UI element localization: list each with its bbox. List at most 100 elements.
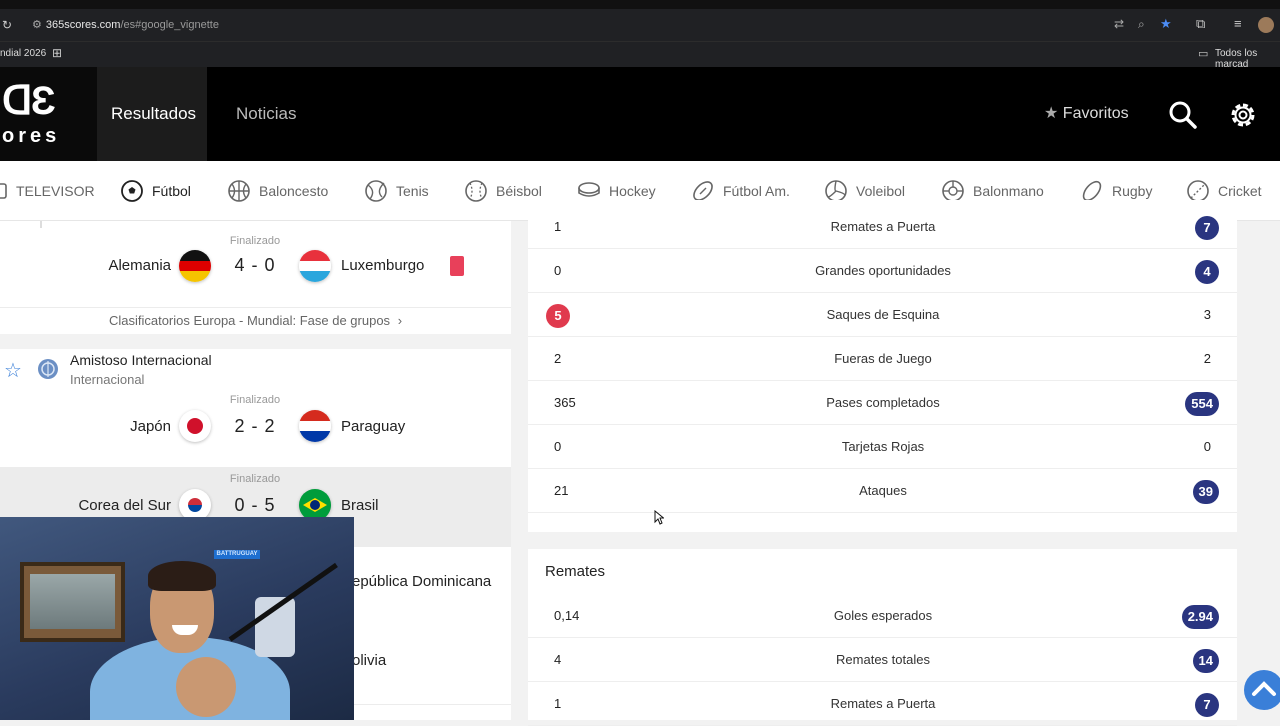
profile-avatar[interactable] — [1258, 17, 1274, 33]
sport-label: Balonmano — [973, 183, 1044, 199]
reload-icon[interactable]: ↻ — [2, 18, 12, 32]
baseball-icon — [465, 180, 487, 202]
search-icon[interactable] — [1168, 100, 1198, 130]
match-status: Finalizado — [229, 235, 281, 247]
person-hair — [148, 561, 216, 591]
stat-row: 1 Remates a Puerta 7 — [528, 682, 1237, 726]
section-gap — [0, 334, 511, 349]
zoom-icon[interactable]: ⌕ — [1138, 17, 1145, 32]
sport-label: Baloncesto — [259, 183, 329, 199]
person-hand — [176, 657, 236, 717]
stats-card-remates: Remates 0,14 Goles esperados 2.94 4 Remates … — [528, 549, 1237, 726]
stat-value-text: 365 — [554, 395, 576, 410]
soccer-ball-icon — [121, 180, 143, 202]
apps-grid-icon[interactable]: ⊞ — [52, 46, 62, 60]
extensions-icon[interactable]: ⧉ — [1196, 16, 1205, 32]
site-logo[interactable]: ᗡƐ ores — [0, 67, 97, 161]
flag-germany-icon — [179, 250, 211, 282]
stat-row: 0 Grandes oportunidades 4 — [528, 249, 1237, 293]
competition-subtitle: Internacional — [70, 372, 145, 387]
stat-row: 1 Remates a Puerta 7 — [528, 205, 1237, 249]
stat-home-value: 1 — [554, 205, 561, 249]
competition-title[interactable]: Amistoso Internacional — [70, 352, 212, 368]
sport-tab-baloncesto[interactable]: Baloncesto — [227, 161, 328, 221]
home-team-name: Alemania — [108, 257, 171, 274]
stat-value-text: 0 — [1203, 439, 1211, 454]
stat-home-value: 0 — [554, 249, 561, 293]
stat-away-value: 3 — [1204, 293, 1211, 337]
stat-value-text: 4 — [554, 652, 562, 667]
scroll-to-top-button[interactable] — [1244, 670, 1280, 710]
stat-value-text: 0,14 — [554, 608, 580, 623]
home-team-name: Corea del Sur — [78, 497, 171, 514]
folder-icon: ▭ — [1198, 48, 1209, 60]
tv-icon — [0, 183, 7, 199]
stat-home-value: 1 — [554, 682, 561, 726]
red-card-icon — [450, 256, 464, 276]
match-row[interactable]: Finalizado Japón 2 - 2 Paraguay — [0, 391, 511, 467]
neon-sign: BATTRUGUAY — [214, 550, 260, 559]
favorites-label: Favoritos — [1062, 105, 1129, 122]
stat-away-value: 7 — [1195, 205, 1219, 249]
competition-link-text: Clasificatorios Europa - Mundial: Fase d… — [108, 313, 391, 328]
away-team-name: Paraguay — [341, 418, 406, 435]
stat-name: Grandes oportunidades — [815, 263, 951, 278]
sport-label: Rugby — [1112, 183, 1153, 199]
match-score: 2 - 2 — [234, 416, 276, 436]
sport-tab-futbol[interactable]: Fútbol — [120, 161, 191, 221]
stat-away-value: 2 — [1204, 337, 1211, 381]
match-row[interactable]: Finalizado Alemania 4 - 0 Luxemburgo — [0, 229, 511, 307]
stat-home-value: 365 — [554, 381, 576, 425]
reading-list-icon[interactable]: ≡ — [1234, 16, 1242, 31]
nav-resultados[interactable]: Resultados — [97, 67, 207, 161]
match-status: Finalizado — [229, 394, 281, 406]
bookmark-star-icon[interactable]: ★ — [1160, 16, 1172, 32]
stat-row: 21 Ataques 39 — [528, 469, 1237, 513]
site-header: ᗡƐ ores Resultados Noticias ★ Favoritos — [0, 67, 1280, 161]
stat-name: Fueras de Juego — [834, 351, 932, 366]
stat-name: Saques de Esquina — [826, 307, 940, 322]
stat-away-value: 7 — [1195, 682, 1219, 726]
browser-tab-strip — [0, 0, 1280, 9]
stat-value-text: 1 — [554, 219, 562, 234]
stat-home-value: 5 — [546, 293, 570, 337]
stat-value-text: 21 — [554, 483, 569, 498]
translate-icon[interactable]: ⇄ — [1114, 17, 1124, 31]
bookmark-item[interactable]: ndial 2026 — [0, 48, 46, 59]
stat-home-value: 21 — [554, 469, 568, 513]
logo-mark: ᗡƐ — [2, 79, 56, 123]
nav-noticias[interactable]: Noticias — [222, 67, 310, 161]
sport-label: Cricket — [1218, 183, 1262, 199]
stat-highlight-pill: 7 — [1195, 692, 1219, 717]
sport-tab-tenis[interactable]: Tenis — [364, 161, 429, 221]
stat-away-value: 2.94 — [1181, 594, 1219, 638]
stat-value-text: 2 — [554, 351, 562, 366]
away-team-name: Brasil — [341, 497, 379, 514]
site-info-icon[interactable]: ⚙ — [32, 19, 42, 31]
chevron-up-icon — [1252, 681, 1276, 696]
favorites-button[interactable]: ★ Favoritos — [1044, 101, 1129, 127]
stat-value-text: 3 — [1203, 307, 1211, 322]
webcam-overlay: BATTRUGUAY — [0, 517, 354, 720]
sport-tab-televisor[interactable]: TELEVISOR — [0, 161, 95, 221]
flag-paraguay-icon — [299, 410, 331, 442]
stat-row: 0 Tarjetas Rojas 0 — [528, 425, 1237, 469]
favorite-star-icon[interactable]: ☆ — [4, 358, 22, 383]
settings-gear-icon[interactable] — [1228, 100, 1258, 130]
stat-row: 365 Pases completados 554 — [528, 381, 1237, 425]
stat-row: 4 Remates totales 14 — [528, 638, 1237, 682]
stat-away-value: 39 — [1192, 469, 1219, 513]
stat-name: Pases completados — [826, 395, 940, 410]
star-icon: ★ — [1044, 105, 1059, 122]
url-field[interactable]: ⚙ 365scores.com/es#google_vignette — [32, 16, 392, 34]
competition-link[interactable]: Clasificatorios Europa - Mundial: Fase d… — [0, 308, 511, 334]
stat-row: 5 Saques de Esquina 3 — [528, 293, 1237, 337]
stat-away-value: 554 — [1185, 381, 1219, 425]
stat-row: 0,14 Goles esperados 2.94 — [528, 594, 1237, 638]
stat-highlight-pill: 14 — [1192, 648, 1219, 673]
basketball-icon — [228, 180, 250, 202]
globe-icon — [38, 359, 58, 379]
stats-card-general: 1 Remates a Puerta 7 0 Grandes oportunidades… — [528, 200, 1237, 532]
stat-name: Tarjetas Rojas — [841, 439, 925, 454]
stat-highlight-pill: 4 — [1195, 259, 1219, 284]
